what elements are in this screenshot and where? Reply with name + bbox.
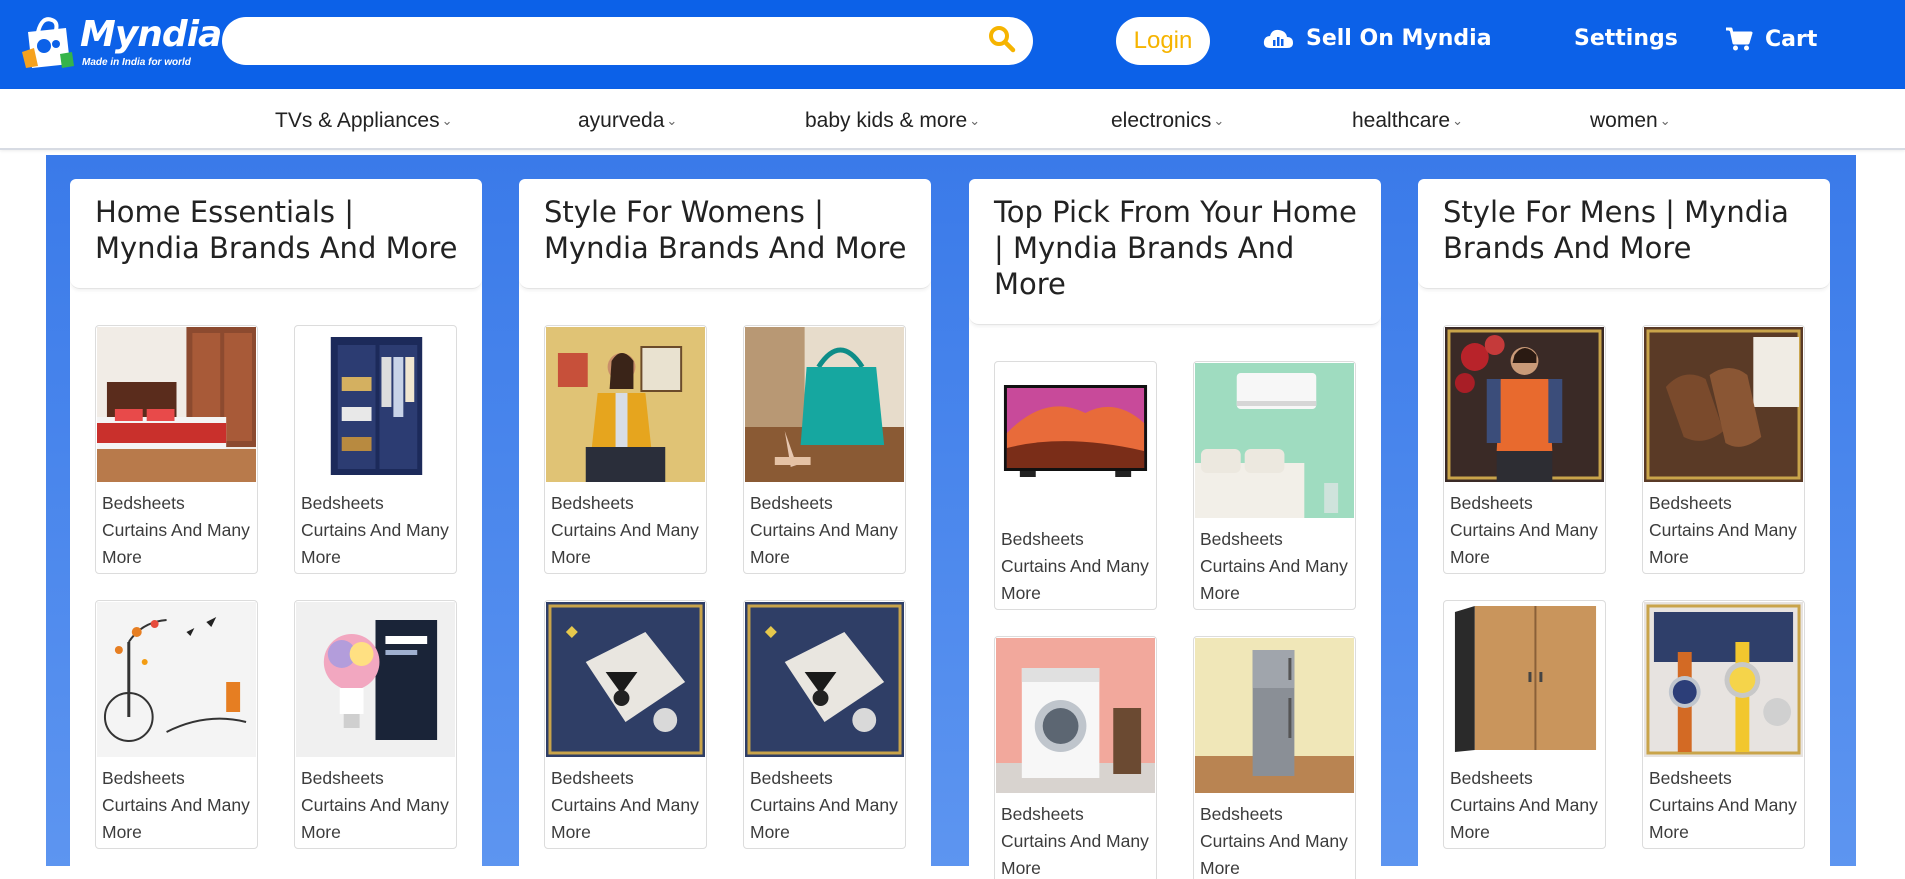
- product-section: Home Essentials | Myndia Brands And More…: [46, 155, 1856, 879]
- chevron-down-icon: ⌄: [1659, 113, 1671, 128]
- product-image-leather-shoes: [1644, 327, 1803, 482]
- product-tile[interactable]: Bedsheets Curtains And Many More: [994, 636, 1157, 879]
- chevron-down-icon: ⌄: [1452, 113, 1463, 128]
- card-header: Style For Womens | Myndia Brands And Mor…: [519, 179, 931, 289]
- product-image-washing-machine: [996, 638, 1155, 793]
- chevron-down-icon: ⌄: [666, 113, 678, 128]
- product-image-woman-yellow-jacket: [546, 327, 705, 482]
- product-image-jewellery: [745, 602, 904, 757]
- card-top-pick-home: Top Pick From Your Home | Myndia Brands …: [969, 179, 1381, 879]
- chevron-down-icon: ⌄: [441, 113, 453, 128]
- product-label: Bedsheets Curtains And Many More: [750, 768, 898, 842]
- card-home-essentials: Home Essentials | Myndia Brands And More…: [70, 179, 482, 879]
- chevron-down-icon: ⌄: [1213, 113, 1225, 128]
- product-label: Bedsheets Curtains And Many More: [102, 768, 250, 842]
- product-label: Bedsheets Curtains And Many More: [1649, 493, 1797, 567]
- product-image-wrist-watches: [1644, 602, 1803, 757]
- shopping-bag-logo-icon: [22, 17, 74, 68]
- product-image-teal-handbag: [745, 327, 904, 482]
- card-style-for-womens: Style For Womens | Myndia Brands And Mor…: [519, 179, 931, 879]
- product-tile[interactable]: Bedsheets Curtains And Many More: [1443, 325, 1606, 574]
- search-button[interactable]: [988, 25, 1020, 57]
- category-label: electronics: [1111, 109, 1212, 132]
- category-nav: TVs & Appliances ⌄ ayurveda ⌄ baby kids & …: [0, 89, 1905, 150]
- category-women[interactable]: women ⌄: [1590, 109, 1671, 133]
- product-tile[interactable]: Bedsheets Curtains And Many More: [1642, 600, 1805, 849]
- category-healthcare[interactable]: healthcare ⌄: [1352, 109, 1463, 133]
- product-tile[interactable]: Bedsheets Curtains And Many More: [294, 600, 457, 849]
- product-label: Bedsheets Curtains And Many More: [1200, 804, 1348, 878]
- sell-label: Sell On Myndia: [1306, 26, 1492, 51]
- product-label: Bedsheets Curtains And Many More: [1450, 768, 1598, 842]
- category-baby-kids-more[interactable]: baby kids & more ⌄: [805, 109, 980, 133]
- search-input[interactable]: [222, 17, 1033, 65]
- product-label: Bedsheets Curtains And Many More: [750, 493, 898, 567]
- card-title: Top Pick From Your Home | Myndia Brands …: [994, 195, 1357, 301]
- product-label: Bedsheets Curtains And Many More: [1001, 804, 1149, 878]
- product-image-jewellery: [546, 602, 705, 757]
- product-label: Bedsheets Curtains And Many More: [1200, 529, 1348, 603]
- product-label: Bedsheets Curtains And Many More: [551, 493, 699, 567]
- login-button[interactable]: Login: [1116, 17, 1210, 65]
- cart-icon: [1726, 27, 1753, 51]
- product-tile[interactable]: Bedsheets Curtains And Many More: [294, 325, 457, 574]
- product-image-cupboard: [1445, 602, 1604, 757]
- product-image-refrigerator: [1195, 638, 1354, 793]
- product-label: Bedsheets Curtains And Many More: [301, 493, 449, 567]
- product-tile[interactable]: Bedsheets Curtains And Many More: [1193, 361, 1356, 610]
- product-label: Bedsheets Curtains And Many More: [1001, 529, 1149, 603]
- product-tile[interactable]: Bedsheets Curtains And Many More: [1443, 600, 1606, 849]
- product-tile[interactable]: Bedsheets Curtains And Many More: [544, 325, 707, 574]
- product-label: Bedsheets Curtains And Many More: [102, 493, 250, 567]
- category-electronics[interactable]: electronics ⌄: [1111, 109, 1224, 133]
- product-tile[interactable]: Bedsheets Curtains And Many More: [1642, 325, 1805, 574]
- product-tile[interactable]: Bedsheets Curtains And Many More: [95, 600, 258, 849]
- card-header: Style For Mens | Myndia Brands And More: [1418, 179, 1830, 289]
- cloud-icon: [1263, 29, 1293, 48]
- logo[interactable]: Myndia Made in India for world: [20, 10, 222, 76]
- category-label: ayurveda: [578, 109, 665, 132]
- product-image-smart-bulb: [296, 602, 455, 757]
- card-title: Style For Mens | Myndia Brands And More: [1443, 195, 1789, 265]
- logo-tagline: Made in India for world: [82, 57, 191, 68]
- product-label: Bedsheets Curtains And Many More: [551, 768, 699, 842]
- product-image-air-conditioner: [1195, 363, 1354, 518]
- search-icon: [989, 26, 1016, 53]
- category-label: healthcare: [1352, 109, 1451, 132]
- product-tile[interactable]: Bedsheets Curtains And Many More: [1193, 636, 1356, 879]
- product-tile[interactable]: Bedsheets Curtains And Many More: [994, 361, 1157, 610]
- top-header: Myndia Made in India for world Login Sel…: [0, 0, 1905, 89]
- product-image-television: [996, 363, 1155, 518]
- category-ayurveda[interactable]: ayurveda ⌄: [578, 109, 677, 133]
- product-label: Bedsheets Curtains And Many More: [1649, 768, 1797, 842]
- category-label: baby kids & more: [805, 109, 968, 132]
- sell-on-myndia-link[interactable]: Sell On Myndia: [1262, 26, 1492, 51]
- card-style-for-mens: Style For Mens | Myndia Brands And More: [1418, 179, 1830, 879]
- product-label: Bedsheets Curtains And Many More: [301, 768, 449, 842]
- cart-link[interactable]: Cart: [1725, 26, 1817, 52]
- category-label: TVs & Appliances: [275, 109, 440, 132]
- card-title: Home Essentials | Myndia Brands And More: [95, 195, 458, 265]
- category-tvs-appliances[interactable]: TVs & Appliances ⌄: [275, 109, 453, 133]
- product-tile[interactable]: Bedsheets Curtains And Many More: [544, 600, 707, 849]
- card-title: Style For Womens | Myndia Brands And Mor…: [544, 195, 907, 265]
- logo-text: Myndia: [80, 14, 222, 55]
- card-header: Home Essentials | Myndia Brands And More: [70, 179, 482, 289]
- category-label: women: [1590, 109, 1658, 132]
- product-image-wall-decal: [97, 602, 256, 757]
- product-label: Bedsheets Curtains And Many More: [1450, 493, 1598, 567]
- settings-link[interactable]: Settings: [1574, 26, 1678, 51]
- product-image-man-orange-vest: [1445, 327, 1604, 482]
- product-tile[interactable]: Bedsheets Curtains And Many More: [95, 325, 258, 574]
- chevron-down-icon: ⌄: [969, 113, 981, 128]
- product-image-bed: [97, 327, 256, 482]
- product-image-wardrobe: [296, 327, 455, 482]
- card-header: Top Pick From Your Home | Myndia Brands …: [969, 179, 1381, 325]
- product-tile[interactable]: Bedsheets Curtains And Many More: [743, 325, 906, 574]
- settings-label: Settings: [1574, 26, 1678, 51]
- cart-label: Cart: [1765, 26, 1818, 52]
- product-tile[interactable]: Bedsheets Curtains And Many More: [743, 600, 906, 849]
